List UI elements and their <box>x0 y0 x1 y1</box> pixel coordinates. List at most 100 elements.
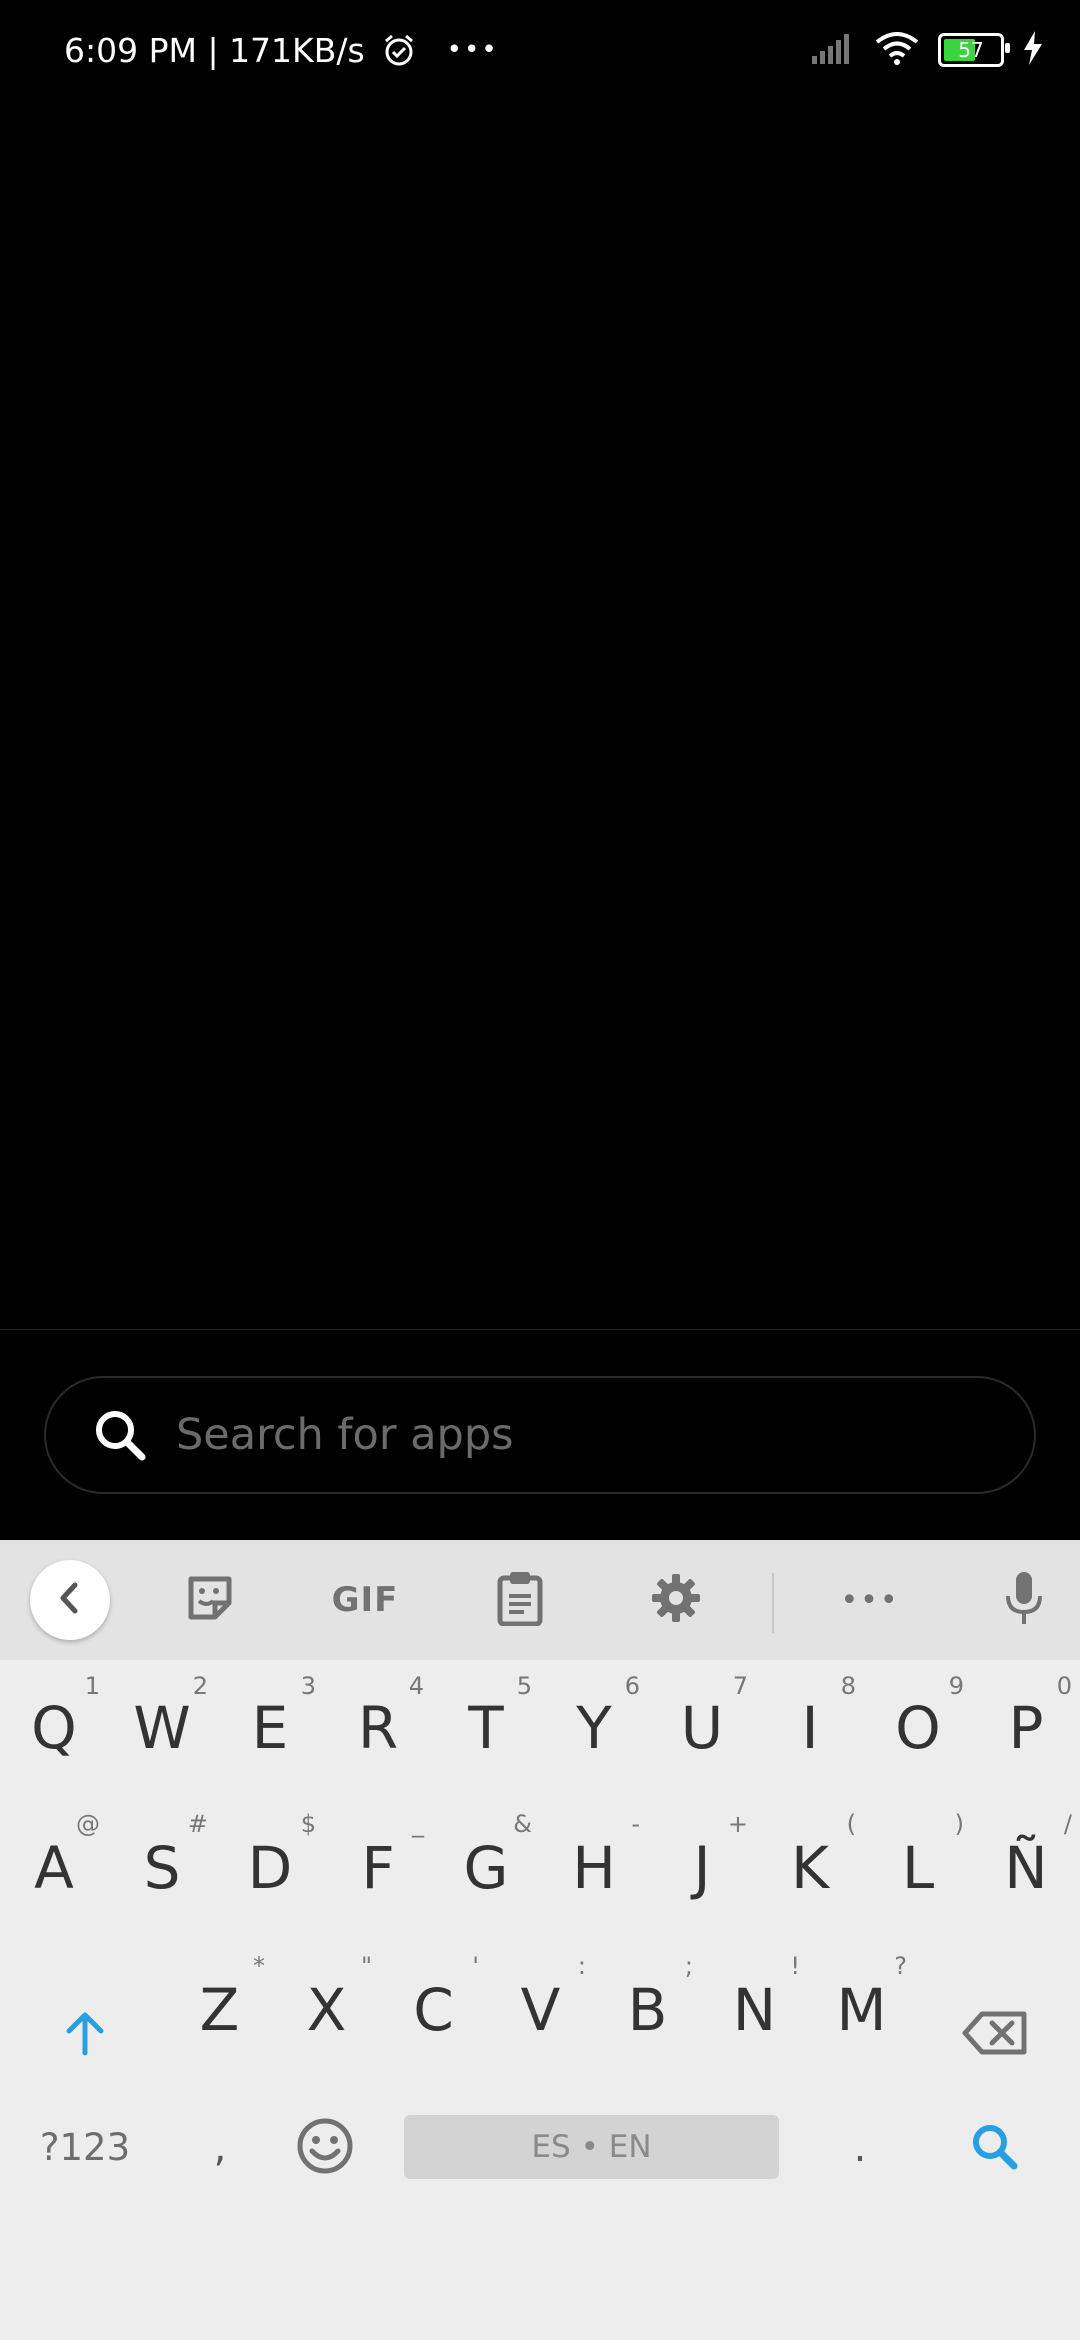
key-b[interactable]: B; <box>594 1940 701 2080</box>
microphone-icon <box>1004 1570 1044 1630</box>
key-hint: 7 <box>732 1672 748 1700</box>
notification-overflow-icon: ••• <box>446 35 499 65</box>
settings-button[interactable] <box>636 1540 716 1660</box>
shift-key[interactable] <box>30 1970 140 2100</box>
key-p[interactable]: P0 <box>972 1660 1080 1795</box>
key-h[interactable]: H- <box>540 1798 648 1938</box>
key-hint: ? <box>894 1952 907 1980</box>
gif-button[interactable]: GIF <box>315 1540 415 1660</box>
cell-signal-icon <box>812 32 856 68</box>
key-l[interactable]: L) <box>864 1798 972 1938</box>
key-label: C <box>413 1976 454 2044</box>
key-d[interactable]: D $ <box>216 1798 324 1938</box>
key-label: H <box>572 1834 616 1902</box>
divider <box>0 1329 1080 1330</box>
key-label: E <box>251 1693 289 1762</box>
key-m[interactable]: M? <box>808 1940 915 2080</box>
key-label: T <box>468 1693 504 1762</box>
key-label: Z <box>199 1976 240 2044</box>
key-f[interactable]: F _ <box>324 1798 432 1938</box>
key-hint: 2 <box>192 1672 208 1700</box>
key-label: Ñ <box>1004 1834 1048 1902</box>
app-search-bar[interactable] <box>44 1376 1036 1494</box>
key-label: P <box>1008 1693 1044 1762</box>
clipboard-button[interactable] <box>480 1540 560 1660</box>
key-label: B <box>627 1976 668 2044</box>
key-label: G <box>463 1834 509 1902</box>
key-hint: 5 <box>516 1672 532 1700</box>
key-r[interactable]: R4 <box>324 1660 432 1795</box>
key-i[interactable]: I8 <box>756 1660 864 1795</box>
key-hint: * <box>253 1952 265 1980</box>
key-hint: - <box>631 1810 640 1838</box>
sticker-button[interactable] <box>170 1540 250 1660</box>
key-label: I <box>801 1693 819 1762</box>
toolbar-separator <box>772 1573 774 1633</box>
key-s[interactable]: S # <box>108 1798 216 1938</box>
key-hint: " <box>360 1952 372 1980</box>
key-hint: ( <box>846 1810 856 1838</box>
status-bar: 6:09 PM | 171KB/s ••• 57 <box>0 0 1080 100</box>
key-label: J <box>693 1834 711 1902</box>
key-label: F <box>361 1834 395 1902</box>
key-t[interactable]: T5 <box>432 1660 540 1795</box>
key-hint: 1 <box>84 1672 100 1700</box>
key-o[interactable]: O9 <box>864 1660 972 1795</box>
key-hint: 6 <box>624 1672 640 1700</box>
key-z[interactable]: Z * <box>166 1940 273 2080</box>
key-ñ[interactable]: Ñ / <box>972 1798 1080 1938</box>
search-icon <box>90 1405 150 1465</box>
key-k[interactable]: K( <box>756 1798 864 1938</box>
key-hint: ) <box>954 1810 964 1838</box>
key-hint: 8 <box>840 1672 856 1700</box>
key-x[interactable]: X " <box>273 1940 380 2080</box>
period-key[interactable]: . <box>820 2100 900 2195</box>
key-v[interactable]: V: <box>487 1940 594 2080</box>
battery-icon: 57 <box>938 33 1010 67</box>
key-hint: : <box>577 1952 586 1980</box>
key-hint: @ <box>76 1810 100 1838</box>
key-hint: 0 <box>1056 1672 1072 1700</box>
key-hint: _ <box>412 1810 424 1838</box>
keyboard: G I F ••• Q 1 W 2 E 3 R 4 T 5 Y 6 U 7 I 8 … <box>0 1540 1080 2340</box>
key-label: X <box>306 1976 347 2044</box>
backspace-key[interactable] <box>940 1970 1050 2100</box>
key-label: D <box>247 1834 293 1902</box>
key-hint: 4 <box>408 1672 424 1700</box>
key-label: A <box>34 1834 74 1902</box>
key-a[interactable]: A @ <box>0 1798 108 1938</box>
clipboard-icon <box>496 1570 544 1630</box>
emoji-key[interactable] <box>280 2100 370 2195</box>
key-hint: + <box>727 1810 748 1838</box>
emoji-smiley-icon <box>296 2117 354 2179</box>
key-w[interactable]: W2 <box>108 1660 216 1795</box>
more-button[interactable]: ••• <box>830 1540 910 1660</box>
key-q[interactable]: Q1 <box>0 1660 108 1795</box>
search-icon <box>969 2121 1019 2175</box>
key-hint: ' <box>472 1952 479 1980</box>
key-label: R <box>357 1693 399 1762</box>
key-hint: ! <box>790 1952 800 1980</box>
key-label: Q <box>31 1693 77 1762</box>
voice-input-button[interactable] <box>984 1540 1064 1660</box>
key-hint: $ <box>300 1810 316 1838</box>
key-y[interactable]: Y6 <box>540 1660 648 1795</box>
toolbar-back-button[interactable] <box>30 1560 110 1640</box>
key-e[interactable]: E3 <box>216 1660 324 1795</box>
space-key[interactable]: ES • EN <box>404 2115 779 2179</box>
symbols-key[interactable]: ?123 <box>30 2100 140 2195</box>
key-c[interactable]: C ' <box>380 1940 487 2080</box>
key-u[interactable]: U7 <box>648 1660 756 1795</box>
search-input[interactable] <box>174 1409 978 1461</box>
key-label: Y <box>576 1693 612 1762</box>
key-label: M <box>836 1976 887 2044</box>
key-g[interactable]: G & <box>432 1798 540 1938</box>
key-j[interactable]: J + <box>648 1798 756 1938</box>
key-hint: 9 <box>948 1672 964 1700</box>
charging-bolt-icon <box>1022 31 1044 69</box>
key-label: W <box>133 1693 191 1762</box>
key-hint: # <box>187 1810 208 1838</box>
comma-key[interactable]: , <box>180 2100 260 2195</box>
key-n[interactable]: N! <box>701 1940 808 2080</box>
search-action-key[interactable] <box>944 2100 1044 2195</box>
